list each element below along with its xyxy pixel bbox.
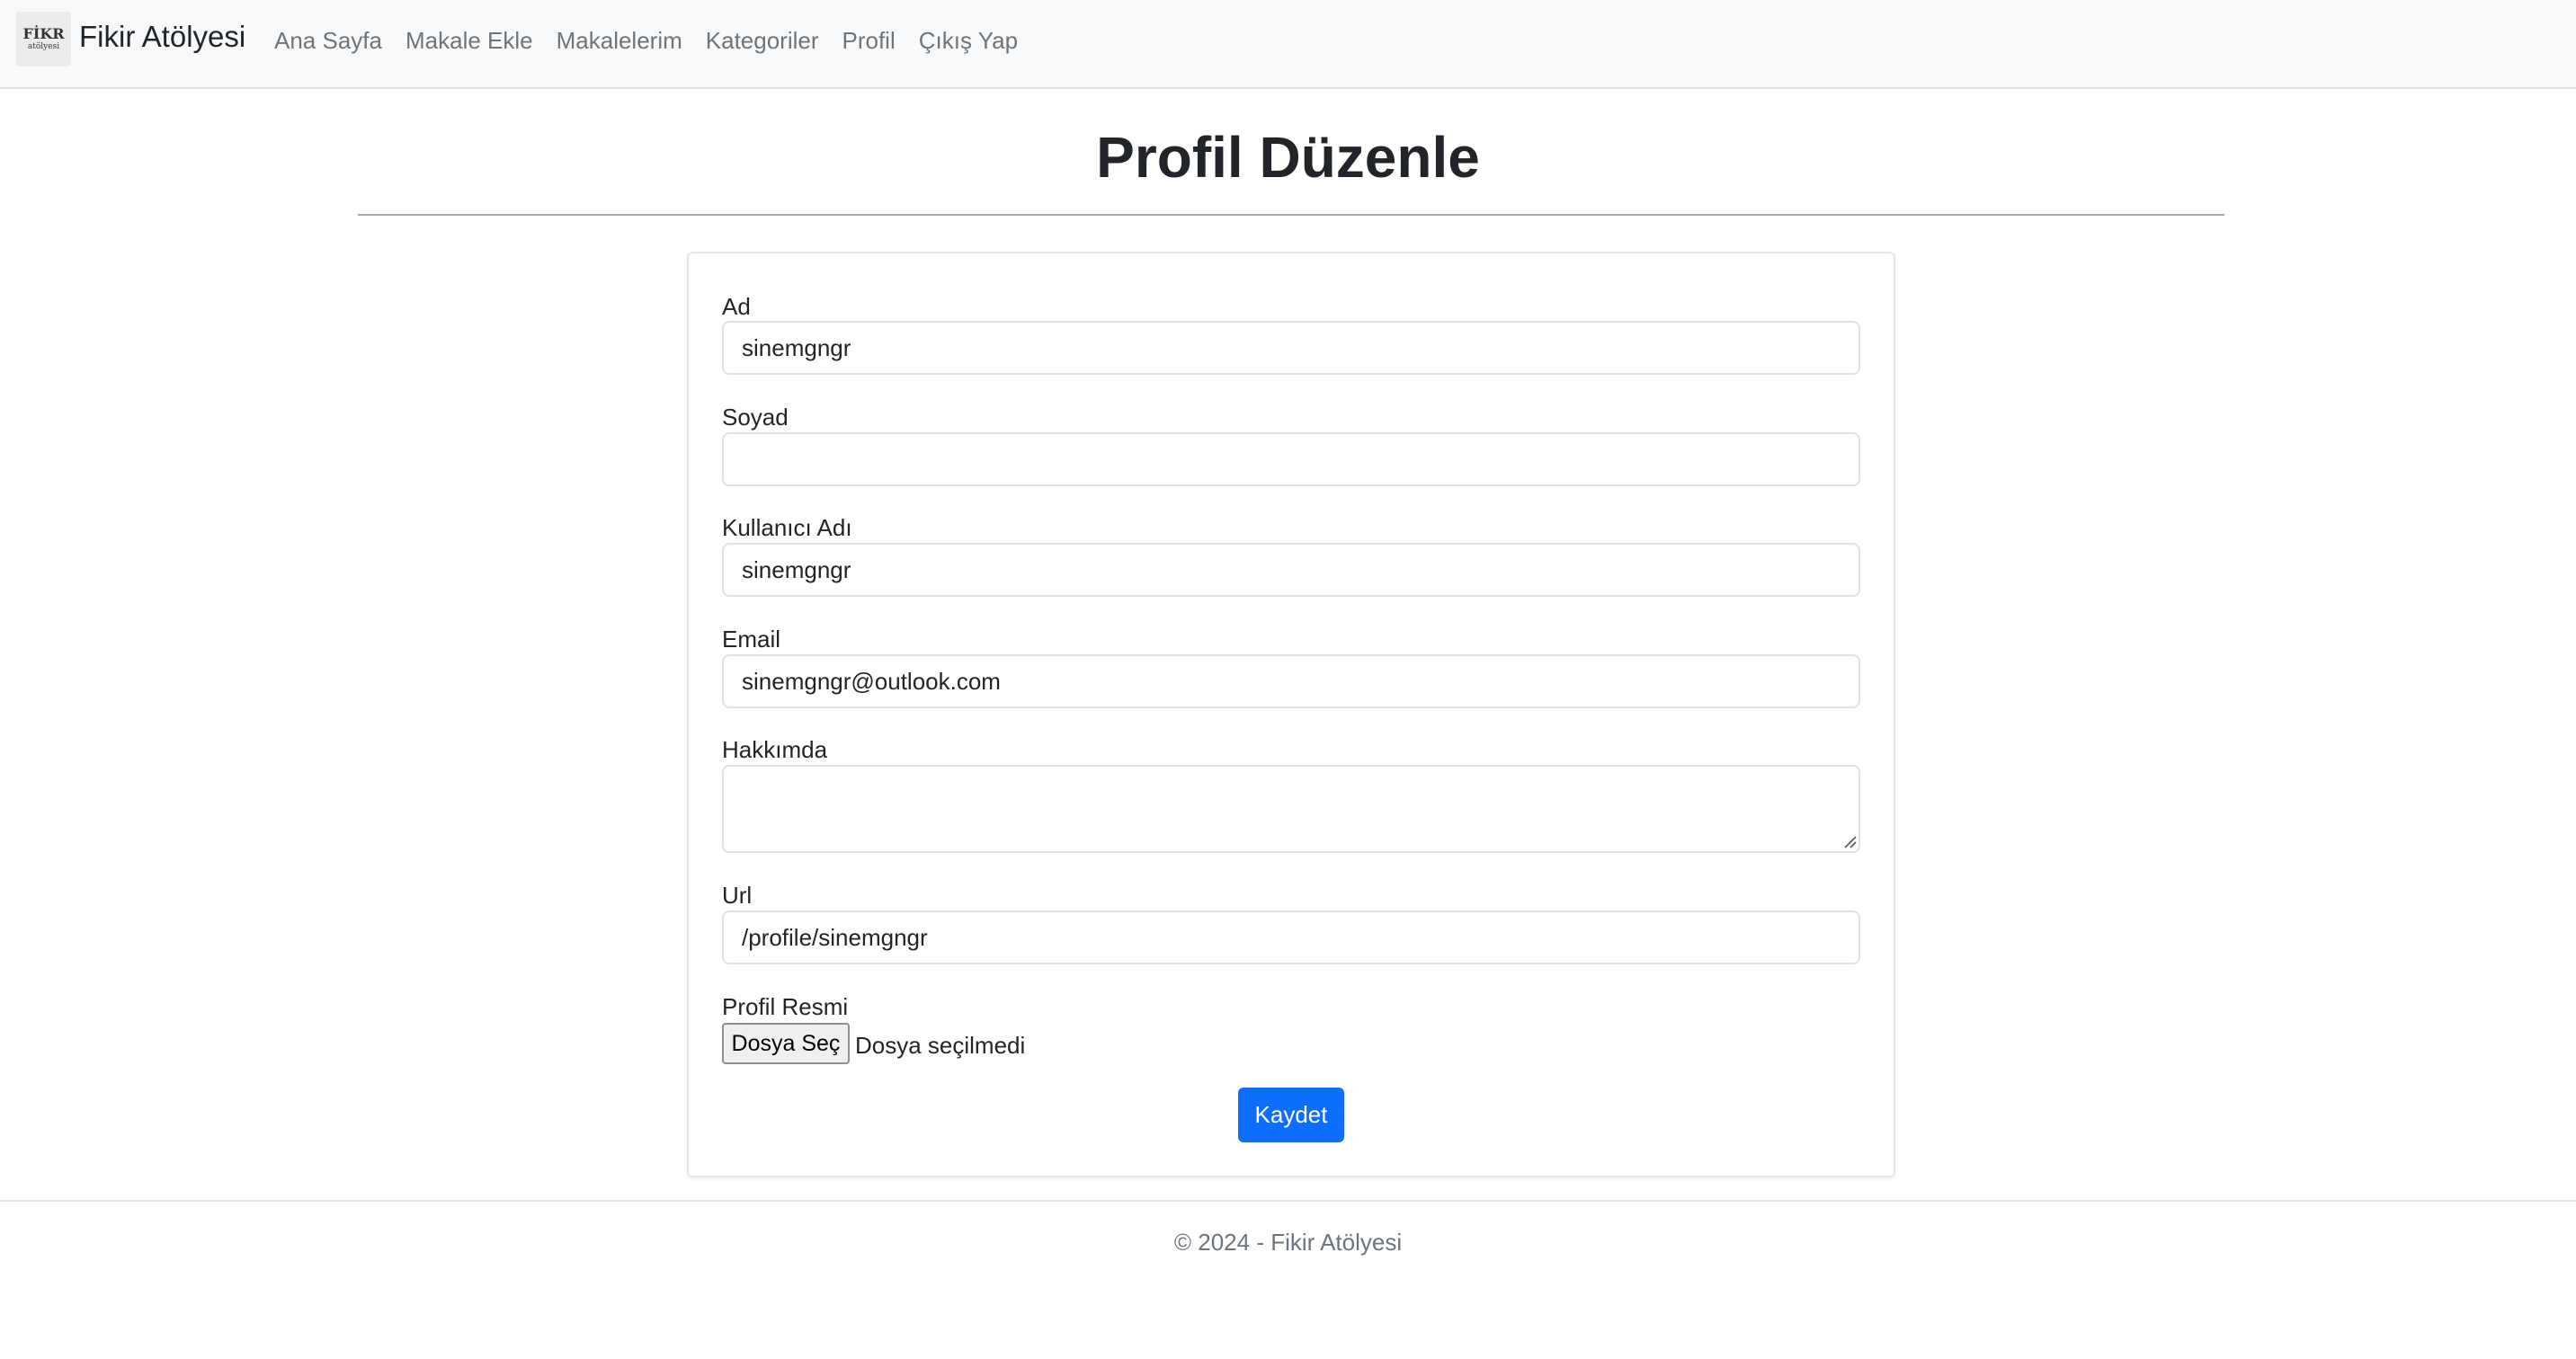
nav-link-my-articles[interactable]: Makalelerim <box>557 27 682 55</box>
about-label: Hakkımda <box>722 736 828 763</box>
navbar: FİKR atölyesi Fikir Atölyesi Ana Sayfa M… <box>0 0 2576 89</box>
footer-copyright: © 2024 - Fikir Atölyesi <box>1173 1229 1403 1256</box>
username-input[interactable] <box>722 543 1860 597</box>
brand-name[interactable]: Fikir Atölyesi <box>79 20 245 54</box>
nav-links: Ana Sayfa Makale Ekle Makalelerim Katego… <box>274 27 1041 55</box>
first-name-label: Ad <box>722 293 751 320</box>
resize-grip-icon[interactable] <box>1842 834 1857 848</box>
email-label: Email <box>722 626 781 653</box>
nav-link-profile[interactable]: Profil <box>842 27 896 55</box>
save-button[interactable]: Kaydet <box>1238 1088 1344 1142</box>
nav-link-categories[interactable]: Kategoriler <box>706 27 819 55</box>
last-name-input[interactable] <box>722 432 1860 486</box>
choose-file-button[interactable]: Dosya Seç <box>722 1023 850 1064</box>
nav-link-logout[interactable]: Çıkış Yap <box>919 27 1018 55</box>
page-title: Profil Düzenle <box>1096 125 1480 190</box>
title-divider <box>358 214 2224 216</box>
logo-subtext: atölyesi <box>27 42 60 51</box>
brand-logo[interactable]: FİKR atölyesi <box>16 12 71 67</box>
file-status-text: Dosya seçilmedi <box>855 1032 1026 1059</box>
username-label: Kullanıcı Adı <box>722 514 852 541</box>
about-textarea[interactable] <box>722 765 1860 853</box>
url-input[interactable] <box>722 910 1860 964</box>
profile-image-label: Profil Resmi <box>722 993 849 1020</box>
email-input[interactable] <box>722 654 1860 708</box>
last-name-label: Soyad <box>722 404 789 431</box>
logo-text: FİKR <box>22 25 65 42</box>
first-name-input[interactable] <box>722 321 1860 375</box>
url-label: Url <box>722 882 753 909</box>
footer-divider <box>0 1200 2576 1202</box>
nav-link-add-article[interactable]: Makale Ekle <box>406 27 533 55</box>
nav-link-home[interactable]: Ana Sayfa <box>274 27 382 55</box>
